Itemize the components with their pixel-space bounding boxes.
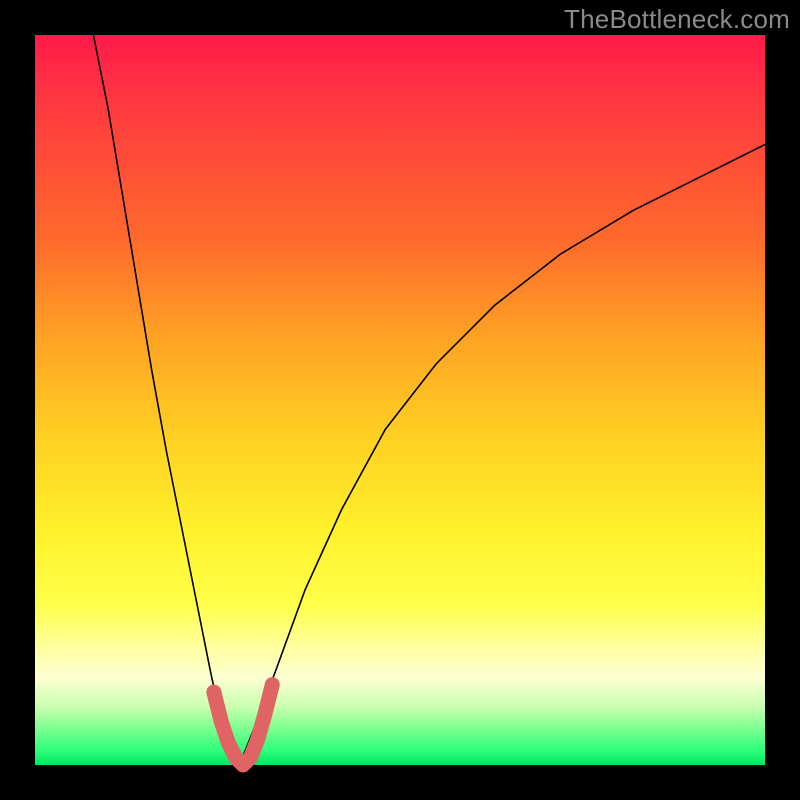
curve-layer xyxy=(35,35,765,765)
plot-area xyxy=(35,35,765,765)
curve-right-branch xyxy=(239,145,765,766)
valley-highlight xyxy=(214,685,272,765)
watermark-text: TheBottleneck.com xyxy=(564,4,790,35)
curve-left-branch xyxy=(93,35,239,765)
chart-frame: TheBottleneck.com xyxy=(0,0,800,800)
